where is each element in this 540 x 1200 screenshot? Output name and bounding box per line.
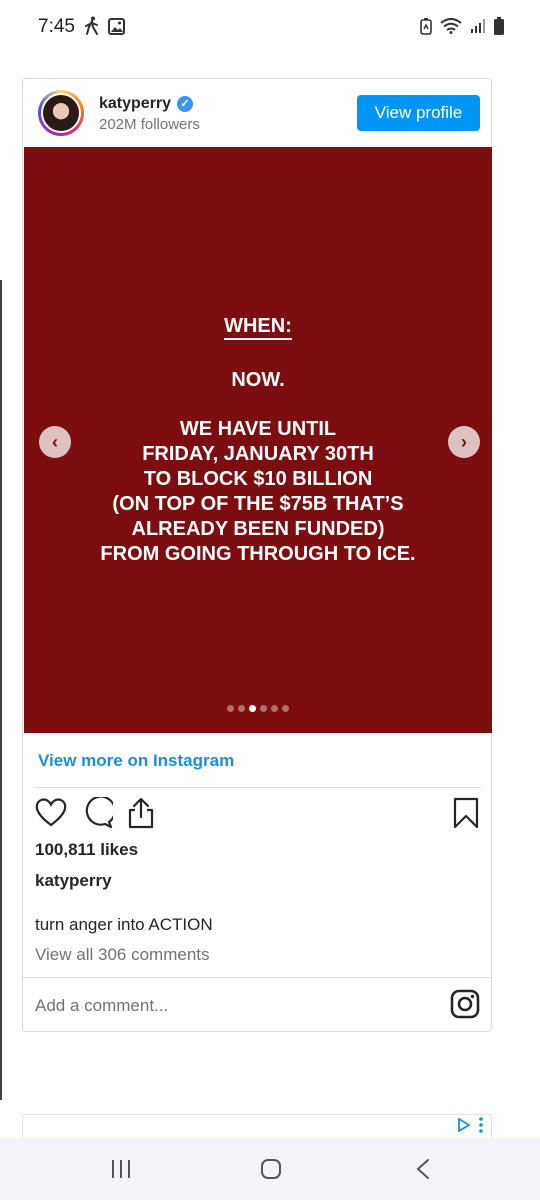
post-caption: turn anger into ACTION — [35, 915, 213, 934]
page-edge-line — [0, 280, 2, 1100]
view-profile-button[interactable]: View profile — [357, 95, 480, 131]
avatar[interactable] — [41, 93, 81, 133]
walk-icon — [85, 16, 98, 35]
status-icons-right — [420, 17, 504, 35]
ad-choices-icon[interactable] — [457, 1118, 471, 1132]
post-heading: WHEN: — [24, 315, 492, 340]
post-username[interactable]: katyperry — [35, 871, 112, 891]
instagram-icon[interactable] — [450, 989, 480, 1019]
carousel-dot — [260, 705, 267, 712]
signal-icon — [471, 19, 485, 33]
post-subheading: NOW. — [231, 369, 285, 391]
home-icon[interactable] — [260, 1158, 282, 1180]
ad-icons — [457, 1117, 483, 1133]
carousel-dot — [238, 705, 245, 712]
status-bar: 7:45 — [0, 0, 540, 56]
carousel-next-button[interactable]: › — [448, 426, 480, 458]
post-image[interactable]: WHEN: NOW. WE HAVE UNTIL FRIDAY, JANUARY… — [24, 147, 492, 733]
add-comment-input[interactable]: Add a comment... — [35, 996, 168, 1016]
action-bar — [35, 797, 481, 835]
carousel-dot — [249, 705, 256, 712]
avatar-ring[interactable] — [38, 90, 84, 136]
ad-banner[interactable] — [22, 1114, 492, 1138]
wifi-icon — [440, 18, 462, 34]
more-vert-icon[interactable] — [479, 1117, 483, 1133]
followers-count: 202M followers — [99, 116, 200, 133]
instagram-embed-card: katyperry ✓ 202M followers View profile … — [22, 78, 492, 1032]
heart-icon[interactable] — [35, 797, 67, 827]
bookmark-icon[interactable] — [453, 797, 479, 829]
battery-icon — [494, 17, 504, 35]
carousel-dots — [24, 705, 492, 712]
carousel-dot — [271, 705, 278, 712]
system-nav-bar — [0, 1138, 540, 1200]
carousel-dot — [227, 705, 234, 712]
divider — [23, 977, 491, 978]
likes-count[interactable]: 100,811 likes — [35, 840, 138, 860]
card-header: katyperry ✓ 202M followers View profile — [23, 79, 491, 147]
verified-icon: ✓ — [177, 96, 193, 112]
recents-icon[interactable] — [110, 1158, 132, 1180]
gallery-icon — [108, 17, 125, 35]
status-icons-left — [84, 16, 125, 36]
profile-username[interactable]: katyperry — [99, 95, 171, 113]
post-message: WE HAVE UNTIL FRIDAY, JANUARY 30TH TO BL… — [100, 418, 416, 565]
divider — [35, 787, 481, 788]
chevron-left-icon: ‹ — [52, 432, 58, 452]
view-comments-link[interactable]: View all 306 comments — [35, 945, 210, 965]
comment-icon[interactable] — [81, 797, 113, 829]
battery-saver-icon — [420, 18, 432, 35]
view-more-link[interactable]: View more on Instagram — [38, 751, 234, 771]
status-time: 7:45 — [38, 16, 75, 37]
back-icon[interactable] — [414, 1158, 432, 1180]
carousel-prev-button[interactable]: ‹ — [39, 426, 71, 458]
carousel-dot — [282, 705, 289, 712]
share-icon[interactable] — [125, 797, 157, 829]
chevron-right-icon: › — [461, 432, 467, 452]
